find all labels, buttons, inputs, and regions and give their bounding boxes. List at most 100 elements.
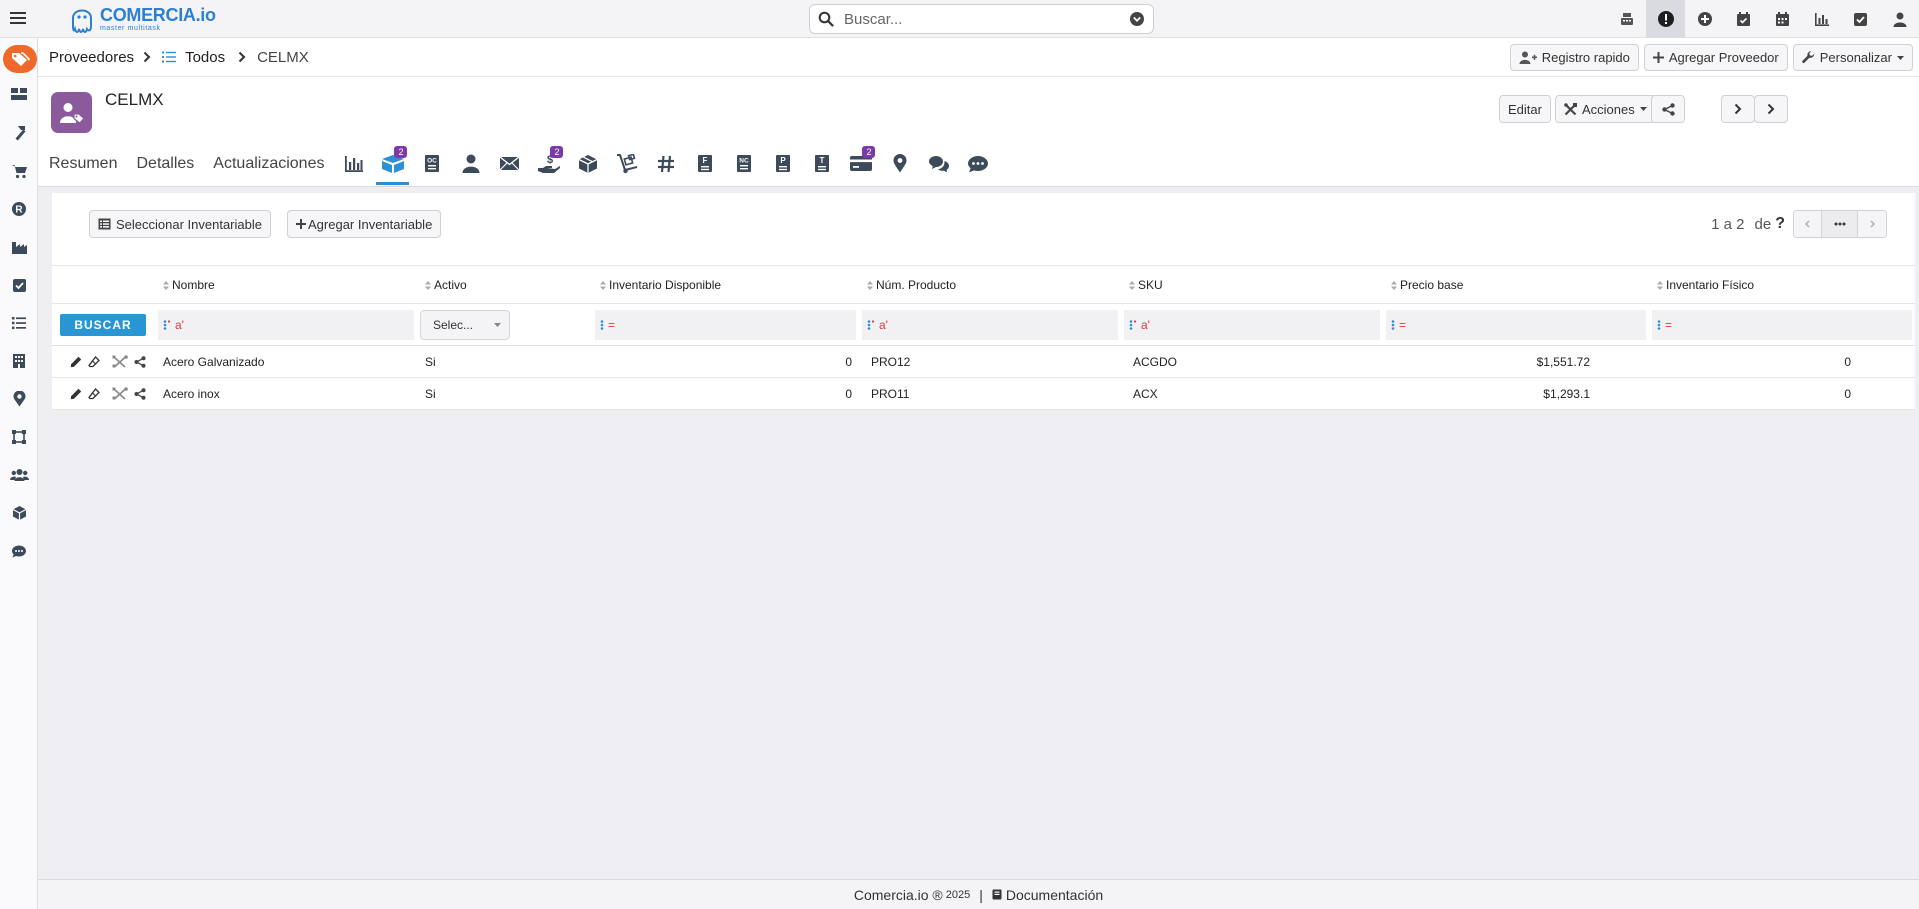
hammer-icon[interactable] bbox=[8, 122, 30, 144]
tab-inventory-icon[interactable]: 2 bbox=[373, 140, 412, 187]
column-header[interactable]: Núm. Producto bbox=[859, 265, 1121, 304]
quick-register-button[interactable]: Registro rapido bbox=[1509, 44, 1639, 71]
add-inventory-button[interactable]: Agregar Inventariable bbox=[287, 210, 442, 238]
tab-email-icon[interactable] bbox=[490, 140, 529, 187]
boxes-icon[interactable] bbox=[8, 83, 30, 105]
edit-button[interactable]: Editar bbox=[1499, 95, 1551, 123]
alert-icon[interactable] bbox=[1646, 0, 1685, 38]
tab-summary[interactable]: Resumen bbox=[49, 155, 117, 173]
calendar-icon[interactable] bbox=[1763, 0, 1802, 38]
inventory-panel: Seleccionar Inventariable Agregar Invent… bbox=[52, 193, 1915, 410]
users-icon[interactable] bbox=[8, 464, 30, 486]
tab-credit-card-icon[interactable]: 2 bbox=[841, 140, 880, 187]
task-check-icon[interactable] bbox=[8, 274, 30, 296]
tools-icon[interactable] bbox=[112, 387, 128, 400]
map-marker-icon[interactable] bbox=[8, 388, 30, 410]
tab-stats-icon[interactable] bbox=[334, 140, 373, 187]
tab-updates[interactable]: Actualizaciones bbox=[213, 155, 324, 173]
filter-input[interactable]: a' bbox=[158, 309, 414, 340]
tab-p-document-icon[interactable]: P bbox=[763, 140, 802, 187]
select-placeholder: Selec... bbox=[433, 317, 474, 332]
add-circle-icon[interactable] bbox=[1685, 0, 1724, 38]
column-header[interactable]: Activo bbox=[417, 265, 592, 304]
previous-record-button[interactable] bbox=[1721, 95, 1755, 123]
tab-purchase-orders-icon[interactable]: OC bbox=[412, 140, 451, 187]
breadcrumb-root-link[interactable]: Proveedores bbox=[49, 49, 134, 66]
cash-register-icon[interactable] bbox=[1607, 0, 1646, 38]
filter-operator: a' bbox=[175, 317, 184, 332]
factory-icon[interactable] bbox=[8, 236, 30, 258]
column-header[interactable]: Inventario Disponible bbox=[592, 265, 859, 304]
column-header[interactable]: Nombre bbox=[155, 265, 417, 304]
checkbox-icon[interactable] bbox=[1841, 0, 1880, 38]
breadcrumb-list-link[interactable]: Todos bbox=[185, 49, 225, 66]
actions-button[interactable]: Acciones bbox=[1555, 95, 1656, 123]
column-header[interactable]: SKU bbox=[1121, 265, 1383, 304]
chevron-down-circle-icon[interactable] bbox=[1129, 11, 1145, 27]
tab-comments-icon[interactable] bbox=[958, 140, 997, 187]
help-icon[interactable]: ? bbox=[1775, 215, 1785, 233]
chat-icon[interactable] bbox=[8, 540, 30, 562]
bar-chart-icon[interactable] bbox=[1802, 0, 1841, 38]
tab-invoices-icon[interactable]: F bbox=[685, 140, 724, 187]
tab-payments-icon[interactable]: $ 2 bbox=[529, 140, 568, 187]
pencil-icon[interactable] bbox=[70, 356, 82, 368]
search-input[interactable] bbox=[844, 10, 1129, 28]
tab-conversations-icon[interactable] bbox=[919, 140, 958, 187]
column-header-label: Precio base bbox=[1400, 277, 1464, 292]
share-icon[interactable] bbox=[134, 387, 146, 400]
next-page-button[interactable] bbox=[1858, 211, 1886, 237]
column-header[interactable]: Inventario Físico bbox=[1649, 265, 1915, 304]
table-row[interactable]: Acero Galvanizado Si 0 PRO12 ACGDO $1,55… bbox=[52, 345, 1915, 378]
registered-icon[interactable]: R bbox=[8, 198, 30, 220]
tools-icon[interactable] bbox=[112, 355, 128, 368]
pencil-icon[interactable] bbox=[70, 388, 82, 400]
select-inventory-button[interactable]: Seleccionar Inventariable bbox=[89, 210, 271, 238]
tab-products-icon[interactable] bbox=[568, 140, 607, 187]
tags-icon[interactable] bbox=[3, 45, 37, 73]
sort-icon bbox=[600, 280, 606, 290]
column-header[interactable]: Precio base bbox=[1383, 265, 1649, 304]
tab-credit-notes-icon[interactable]: NC bbox=[724, 140, 763, 187]
app-logo[interactable]: COMERCIA.io master multitask bbox=[68, 2, 216, 36]
tab-dolly-icon[interactable] bbox=[607, 140, 646, 187]
cart-icon[interactable] bbox=[8, 160, 30, 182]
share-button[interactable] bbox=[1651, 95, 1685, 123]
user-icon[interactable] bbox=[1880, 0, 1919, 38]
brand-name: COMERCIA.io bbox=[100, 5, 216, 25]
eraser-icon[interactable] bbox=[88, 387, 100, 400]
search-filter-button[interactable]: BUSCAR bbox=[60, 313, 146, 336]
add-supplier-label: Agregar Proveedor bbox=[1668, 50, 1779, 65]
next-record-button[interactable] bbox=[1754, 95, 1788, 123]
tab-hashtag-icon[interactable] bbox=[646, 140, 685, 187]
tab-contacts-icon[interactable] bbox=[451, 140, 490, 187]
table-row[interactable]: Acero inox Si 0 PRO11 ACX $1,293.1 0 bbox=[52, 377, 1915, 410]
calendar-check-icon[interactable] bbox=[1724, 0, 1763, 38]
filter-input[interactable]: a' bbox=[1124, 309, 1380, 340]
customize-button[interactable]: Personalizar bbox=[1792, 44, 1913, 71]
filter-input[interactable]: = bbox=[595, 309, 856, 340]
eraser-icon[interactable] bbox=[88, 355, 100, 368]
tab-t-document-icon[interactable]: T bbox=[802, 140, 841, 187]
active-filter-select[interactable]: Selec... bbox=[420, 309, 510, 340]
cube-icon[interactable] bbox=[8, 502, 30, 524]
list-icon[interactable] bbox=[8, 312, 30, 334]
filter-input[interactable]: = bbox=[1652, 309, 1912, 340]
more-pages-button[interactable] bbox=[1822, 211, 1858, 237]
cards-badge: 2 bbox=[862, 146, 876, 158]
column-header-label: Nombre bbox=[172, 277, 215, 292]
vector-square-icon[interactable] bbox=[8, 426, 30, 448]
tab-location-icon[interactable] bbox=[880, 140, 919, 187]
filter-input[interactable]: = bbox=[1386, 309, 1646, 340]
building-icon[interactable] bbox=[8, 350, 30, 372]
tab-details[interactable]: Detalles bbox=[136, 155, 194, 173]
menu-icon[interactable] bbox=[8, 8, 28, 28]
svg-text:R: R bbox=[15, 205, 23, 216]
pagination-range: 1 a 2 bbox=[1711, 215, 1745, 233]
record-tabs: Resumen Detalles Actualizaciones 2 OC $ … bbox=[49, 140, 997, 187]
previous-page-button[interactable] bbox=[1794, 211, 1822, 237]
filter-input[interactable]: a' bbox=[862, 309, 1118, 340]
documentation-link[interactable]: Documentación bbox=[992, 887, 1103, 903]
share-icon[interactable] bbox=[134, 355, 146, 368]
add-supplier-button[interactable]: Agregar Proveedor bbox=[1643, 44, 1788, 71]
